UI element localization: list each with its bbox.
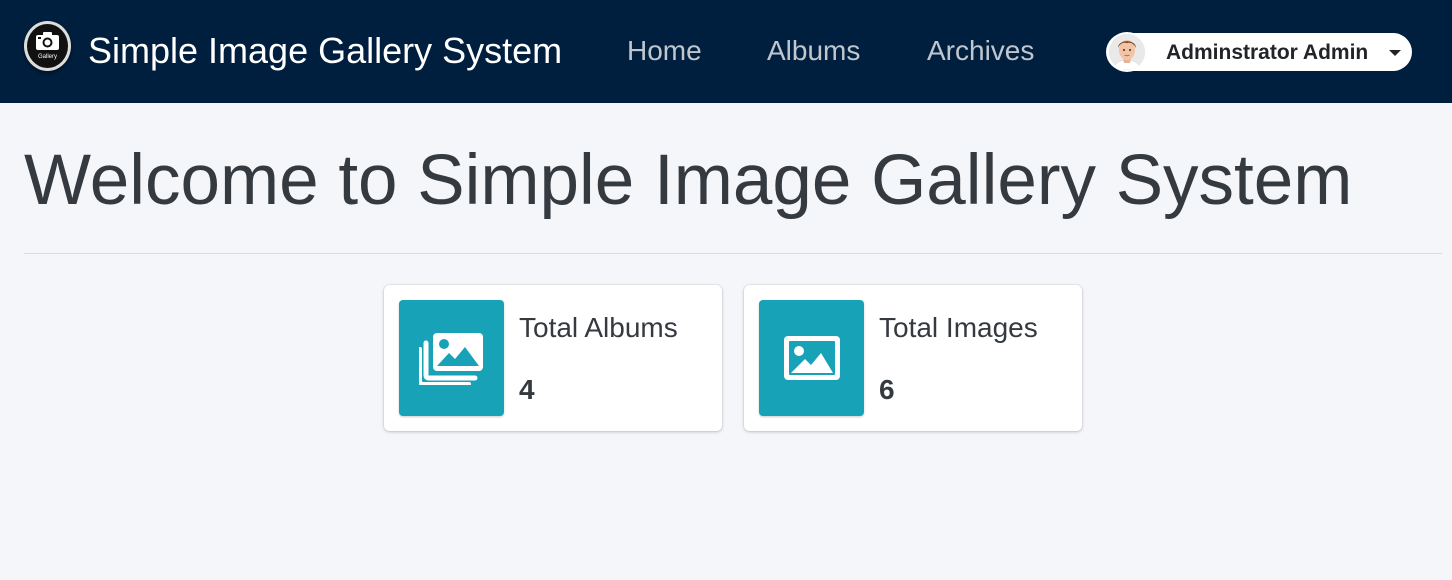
chevron-down-icon[interactable] (1389, 50, 1401, 56)
total-albums-card: Total Albums 4 (384, 285, 722, 431)
divider (24, 253, 1442, 254)
image-icon (759, 300, 864, 416)
total-images-value: 6 (879, 374, 895, 405)
user-avatar[interactable] (1107, 32, 1147, 72)
images-icon (399, 300, 504, 416)
user-name[interactable]: Adminstrator Admin (1166, 41, 1368, 65)
total-albums-label: Total Albums (519, 312, 678, 343)
logo-text: Gallery (37, 54, 57, 60)
total-albums-value: 4 (519, 374, 535, 405)
top-navbar: Gallery Simple Image Gallery System Home… (0, 0, 1452, 103)
camera-icon[interactable]: Gallery (24, 21, 71, 71)
total-images-card: Total Images 6 (744, 285, 1082, 431)
nav-link-archives[interactable]: Archives (927, 34, 1034, 68)
total-images-label: Total Images (879, 312, 1038, 343)
page-title: Welcome to Simple Image Gallery System (24, 141, 1353, 220)
nav-link-home[interactable]: Home (627, 34, 702, 68)
nav-link-albums[interactable]: Albums (767, 34, 860, 68)
brand-title[interactable]: Simple Image Gallery System (88, 30, 562, 72)
